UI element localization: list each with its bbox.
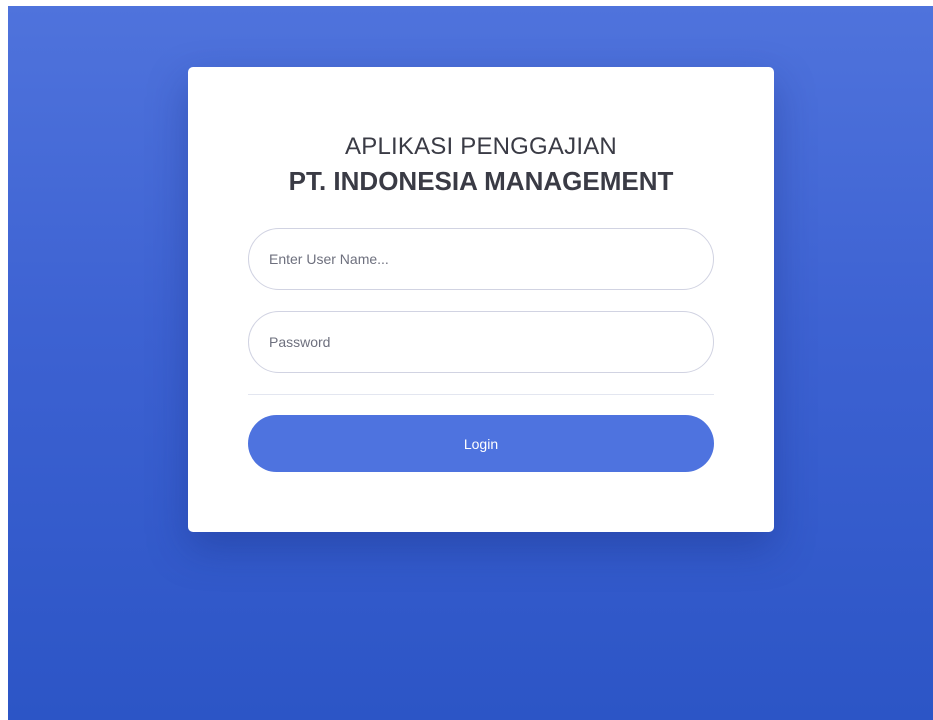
divider — [248, 394, 714, 395]
login-page-background: APLIKASI PENGGAJIAN PT. INDONESIA MANAGE… — [8, 6, 933, 720]
login-heading: APLIKASI PENGGAJIAN PT. INDONESIA MANAGE… — [188, 133, 774, 199]
company-name: PT. INDONESIA MANAGEMENT — [288, 166, 674, 196]
login-card: APLIKASI PENGGAJIAN PT. INDONESIA MANAGE… — [188, 67, 774, 532]
login-button[interactable]: Login — [248, 415, 714, 472]
username-input[interactable] — [248, 228, 714, 290]
app-title: APLIKASI PENGGAJIAN — [345, 133, 617, 160]
password-input[interactable] — [248, 311, 714, 373]
